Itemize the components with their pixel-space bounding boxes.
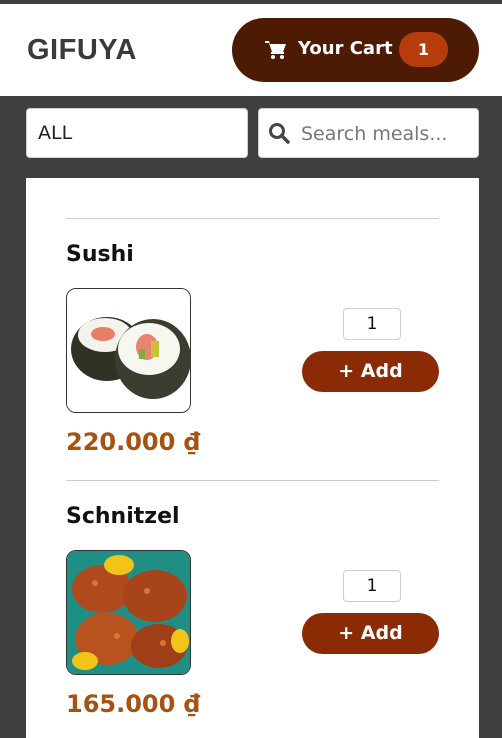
- app-logo: GIFUYA: [27, 34, 137, 66]
- meal-name-sushi: Sushi: [66, 242, 134, 267]
- search-icon: [269, 123, 290, 144]
- divider: [66, 218, 439, 219]
- search-box[interactable]: [258, 108, 479, 158]
- search-input[interactable]: [299, 117, 475, 151]
- app-header: GIFUYA Your Cart 1: [0, 4, 502, 96]
- add-button-sushi[interactable]: + Add: [302, 351, 439, 392]
- meal-price-schnitzel: 165.000 ₫: [66, 690, 201, 718]
- add-button-schnitzel[interactable]: + Add: [302, 613, 439, 654]
- cart-count-badge: 1: [399, 32, 448, 67]
- cart-button[interactable]: Your Cart 1: [232, 18, 479, 82]
- meal-price-sushi: 220.000 ₫: [66, 428, 201, 456]
- meals-panel: Sushi 1 + Add 220.000 ₫ Schnitzel 1 + Ad…: [26, 178, 479, 738]
- quantity-input-sushi[interactable]: 1: [343, 308, 401, 340]
- meal-image-sushi: [66, 288, 191, 413]
- shopping-cart-icon: [265, 41, 286, 59]
- meal-name-schnitzel: Schnitzel: [66, 504, 180, 529]
- meal-image-schnitzel: [66, 550, 191, 675]
- cart-label: Your Cart: [298, 38, 393, 59]
- divider: [66, 480, 439, 481]
- quantity-input-schnitzel[interactable]: 1: [343, 570, 401, 602]
- category-filter-select[interactable]: ALL: [26, 108, 248, 158]
